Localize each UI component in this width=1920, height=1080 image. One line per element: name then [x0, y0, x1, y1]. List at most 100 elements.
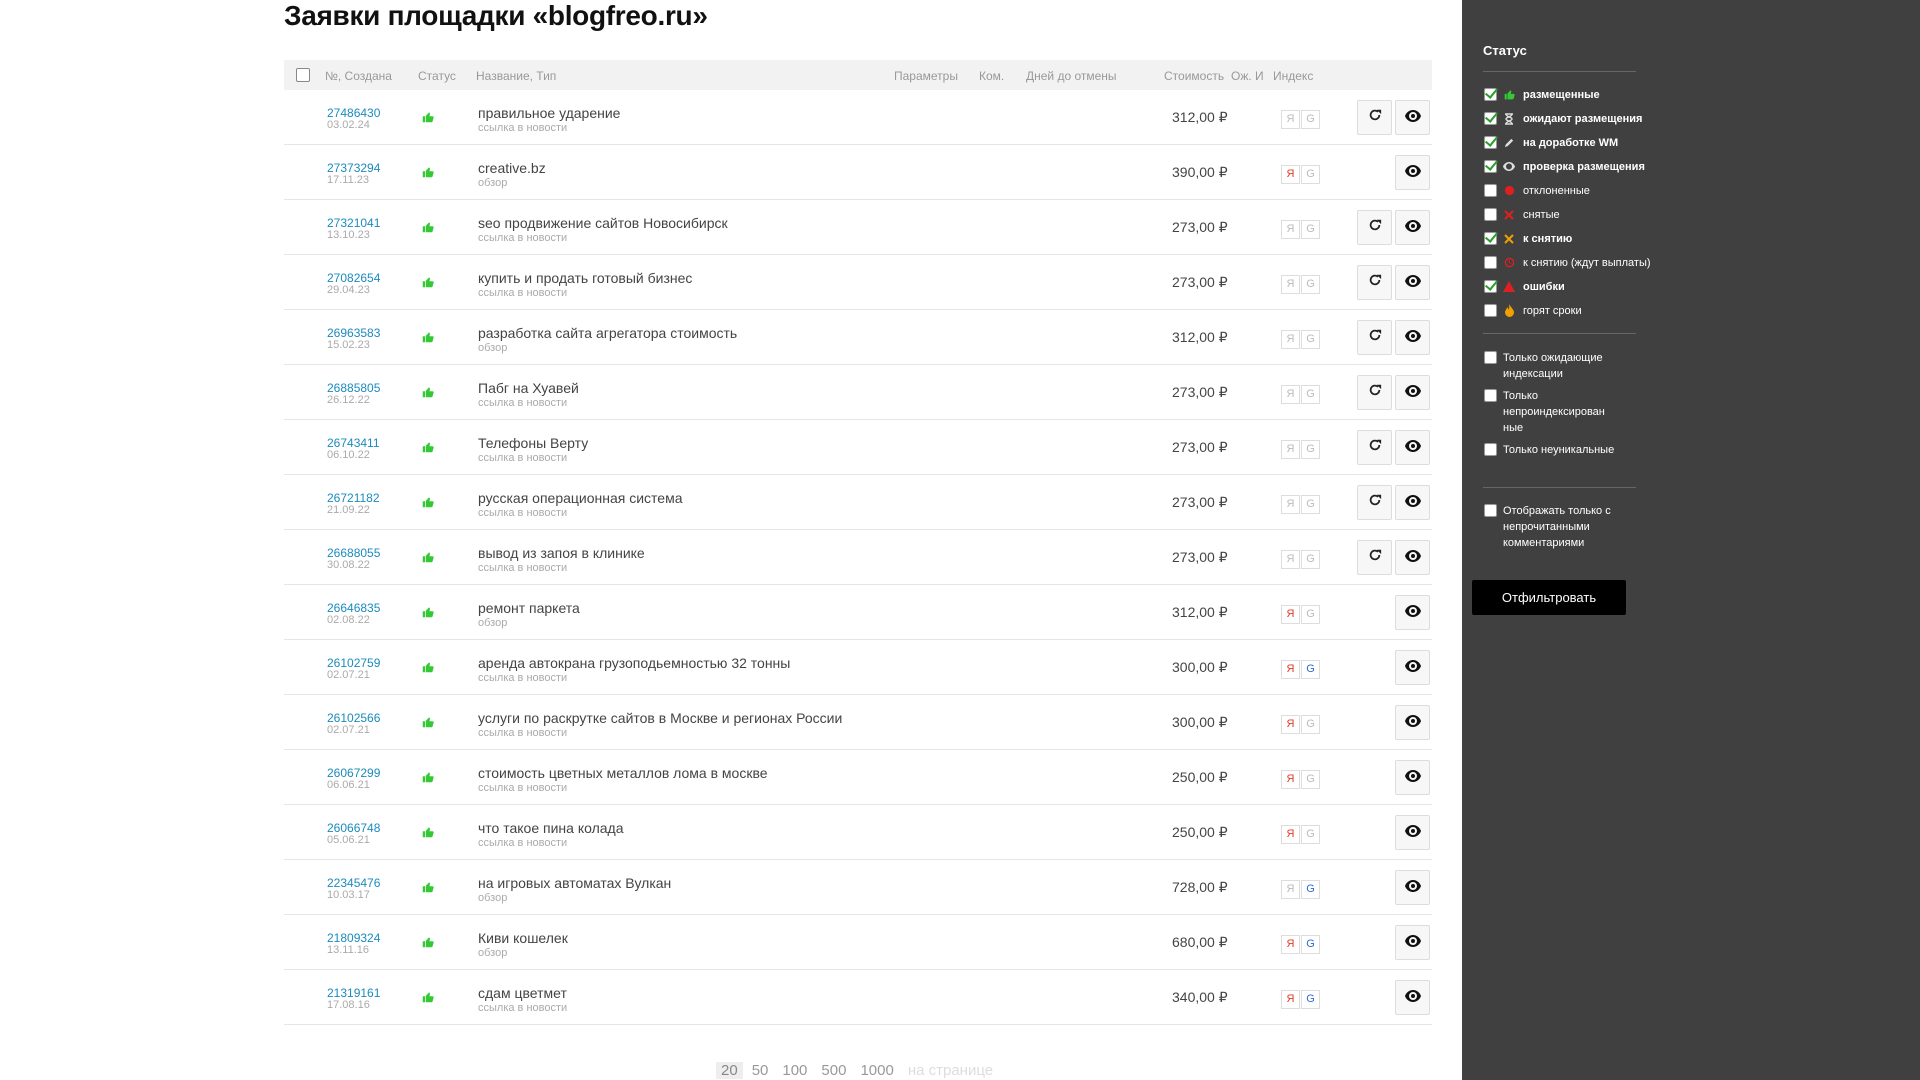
- status-filter-item[interactable]: проверка размещения: [1484, 160, 1645, 173]
- table-row: 26721182 21.09.22 русская операционная сис…: [284, 475, 1432, 530]
- view-button[interactable]: [1395, 540, 1430, 575]
- view-button[interactable]: [1395, 925, 1430, 960]
- col-days-header[interactable]: Дней до отмены: [1026, 69, 1117, 83]
- view-button[interactable]: [1395, 430, 1430, 465]
- google-index-icon: G: [1301, 990, 1320, 1009]
- eye-icon: [1404, 384, 1421, 402]
- status-filter-item[interactable]: снятые: [1484, 208, 1560, 221]
- status-checkbox[interactable]: [1484, 256, 1497, 269]
- request-number-link[interactable]: 27082654: [327, 271, 380, 285]
- option-checkbox[interactable]: [1484, 443, 1497, 456]
- request-number-link[interactable]: 26743411: [327, 436, 380, 450]
- request-number-link[interactable]: 27486430: [327, 106, 380, 120]
- status-filter-item[interactable]: на доработке WM: [1484, 136, 1618, 149]
- status-checkbox[interactable]: [1484, 184, 1497, 197]
- request-number-link[interactable]: 26067299: [327, 766, 380, 780]
- request-title: creative.bz: [478, 160, 546, 176]
- status-checkbox[interactable]: [1484, 232, 1497, 245]
- created-date: 02.07.21: [327, 669, 370, 681]
- refresh-button[interactable]: [1357, 540, 1392, 575]
- view-button[interactable]: [1395, 155, 1430, 190]
- view-button[interactable]: [1395, 980, 1430, 1015]
- google-index-icon: G: [1301, 825, 1320, 844]
- index-filter-option[interactable]: Только неуникальные: [1484, 442, 1623, 458]
- request-number-link[interactable]: 26646835: [327, 601, 380, 615]
- status-filter-item[interactable]: ошибки: [1484, 280, 1565, 293]
- request-number-link[interactable]: 27321041: [327, 216, 380, 230]
- page-size-option[interactable]: 50: [747, 1062, 774, 1079]
- refresh-button[interactable]: [1357, 375, 1392, 410]
- view-button[interactable]: [1395, 760, 1430, 795]
- request-number-link[interactable]: 27373294: [327, 161, 380, 175]
- refresh-icon: [1368, 273, 1382, 292]
- refresh-button[interactable]: [1357, 210, 1392, 245]
- option-checkbox[interactable]: [1484, 351, 1497, 364]
- request-title: Киви кошелек: [478, 930, 568, 946]
- col-price-header[interactable]: Стоимость: [1164, 69, 1224, 83]
- eye-icon: [1404, 439, 1421, 457]
- view-button[interactable]: [1395, 485, 1430, 520]
- request-number-link[interactable]: 26688055: [327, 546, 380, 560]
- status-checkbox[interactable]: [1484, 280, 1497, 293]
- request-number-link[interactable]: 21809324: [327, 931, 380, 945]
- refresh-button[interactable]: [1357, 265, 1392, 300]
- refresh-button[interactable]: [1357, 485, 1392, 520]
- created-date: 30.08.22: [327, 559, 370, 571]
- view-button[interactable]: [1395, 650, 1430, 685]
- yandex-index-icon: Я: [1281, 550, 1300, 569]
- status-filter-item[interactable]: к снятию (ждут выплаты): [1484, 256, 1651, 269]
- status-checkbox[interactable]: [1484, 160, 1497, 173]
- page-size-option[interactable]: 500: [816, 1062, 851, 1079]
- page-size-option[interactable]: 100: [777, 1062, 812, 1079]
- unread-comments-option[interactable]: Отображать только с непрочитанными комме…: [1484, 503, 1623, 551]
- request-number-link[interactable]: 26102759: [327, 656, 380, 670]
- refresh-button[interactable]: [1357, 430, 1392, 465]
- view-button[interactable]: [1395, 210, 1430, 245]
- filter-button[interactable]: Отфильтровать: [1472, 580, 1626, 615]
- request-number-link[interactable]: 26102566: [327, 711, 380, 725]
- unread-comments-checkbox[interactable]: [1484, 504, 1497, 517]
- view-button[interactable]: [1395, 320, 1430, 355]
- refresh-button[interactable]: [1357, 100, 1392, 135]
- page-size-option[interactable]: 20: [716, 1062, 743, 1079]
- status-checkbox[interactable]: [1484, 112, 1497, 125]
- google-index-icon: G: [1301, 715, 1320, 734]
- request-number-link[interactable]: 26066748: [327, 821, 380, 835]
- view-button[interactable]: [1395, 815, 1430, 850]
- request-number-link[interactable]: 26885805: [327, 381, 380, 395]
- col-index-header: Индекс: [1273, 69, 1314, 83]
- option-checkbox[interactable]: [1484, 389, 1497, 402]
- view-button[interactable]: [1395, 100, 1430, 135]
- refresh-button[interactable]: [1357, 320, 1392, 355]
- status-checkbox[interactable]: [1484, 208, 1497, 221]
- status-checkbox[interactable]: [1484, 88, 1497, 101]
- status-checkbox[interactable]: [1484, 136, 1497, 149]
- view-button[interactable]: [1395, 870, 1430, 905]
- status-filter-item[interactable]: отклоненные: [1484, 184, 1590, 197]
- status-filter-item[interactable]: горят сроки: [1484, 304, 1582, 317]
- page-size-option[interactable]: 1000: [855, 1062, 898, 1079]
- status-checkbox[interactable]: [1484, 304, 1497, 317]
- index-filter-option[interactable]: Только непроиндексирован ные: [1484, 388, 1623, 436]
- status-filter-item[interactable]: к снятию: [1484, 232, 1572, 245]
- view-button[interactable]: [1395, 375, 1430, 410]
- request-number-link[interactable]: 26721182: [327, 491, 380, 505]
- status-label: ожидают размещения: [1523, 112, 1643, 125]
- request-number-link[interactable]: 26963583: [327, 326, 380, 340]
- request-number-link[interactable]: 22345476: [327, 876, 380, 890]
- index-filter-option[interactable]: Только ожидающие индексации: [1484, 350, 1623, 382]
- select-all-checkbox[interactable]: [296, 68, 310, 82]
- status-filter-item[interactable]: ожидают размещения: [1484, 112, 1642, 125]
- col-status-header[interactable]: Статус: [418, 69, 456, 83]
- col-name-header[interactable]: Название, Тип: [476, 69, 556, 83]
- col-num-header[interactable]: №, Создана: [325, 69, 392, 83]
- request-number-link[interactable]: 21319161: [327, 986, 380, 1000]
- created-date: 17.08.16: [327, 999, 370, 1011]
- view-button[interactable]: [1395, 705, 1430, 740]
- status-filter-item[interactable]: размещенные: [1484, 88, 1600, 101]
- view-button[interactable]: [1395, 265, 1430, 300]
- google-index-icon: G: [1301, 385, 1320, 404]
- google-index-icon: G: [1301, 495, 1320, 514]
- divider: [1483, 487, 1636, 488]
- view-button[interactable]: [1395, 595, 1430, 630]
